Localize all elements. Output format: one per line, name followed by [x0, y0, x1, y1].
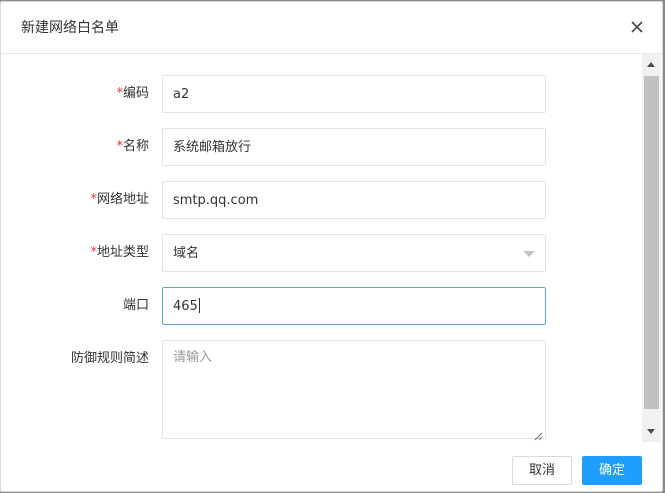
name-input[interactable]: 系统邮箱放行: [162, 128, 546, 166]
cancel-button[interactable]: 取消: [512, 456, 572, 485]
form-row-name: *名称 系统邮箱放行: [1, 128, 641, 166]
triangle-down-icon: [523, 251, 535, 257]
address-label: *网络地址: [90, 192, 149, 207]
scrollbar-thumb[interactable]: [644, 76, 659, 409]
confirm-button[interactable]: 确定: [582, 456, 642, 485]
text-caret: [198, 298, 200, 313]
code-input[interactable]: a2: [162, 75, 546, 113]
resize-grip-icon[interactable]: [533, 426, 543, 441]
new-whitelist-dialog: 新建网络白名单 *编码 a2 *名称 系统邮箱放行 *网络地址 smtp.qq.…: [0, 1, 663, 492]
description-placeholder: 请输入: [173, 350, 213, 365]
name-input-value: 系统邮箱放行: [173, 140, 252, 155]
name-label: *名称: [116, 139, 149, 154]
dialog-title: 新建网络白名单: [21, 20, 119, 36]
code-label: *编码: [116, 86, 149, 101]
dialog-body: *编码 a2 *名称 系统邮箱放行 *网络地址 smtp.qq.com *地址类…: [1, 54, 641, 442]
triangle-up-icon[interactable]: [647, 62, 655, 67]
form-row-address: *网络地址 smtp.qq.com: [1, 181, 641, 219]
address-input[interactable]: smtp.qq.com: [162, 181, 546, 219]
description-textarea[interactable]: 请输入: [162, 340, 546, 441]
port-input-value: 465: [173, 298, 200, 314]
code-input-value: a2: [173, 87, 190, 102]
address-input-value: smtp.qq.com: [173, 193, 259, 208]
form-row-description: 防御规则简述 请输入: [1, 340, 641, 441]
address-type-select[interactable]: 域名: [162, 234, 546, 272]
address-type-label: *地址类型: [90, 245, 149, 260]
form-row-code: *编码 a2: [1, 75, 641, 113]
form-row-port: 端口 465: [1, 287, 641, 325]
close-icon[interactable]: [627, 17, 647, 37]
triangle-down-icon[interactable]: [647, 429, 655, 434]
vertical-scrollbar[interactable]: [642, 54, 661, 442]
form-row-address-type: *地址类型 域名: [1, 234, 641, 272]
dialog-footer: 取消 确定: [1, 442, 662, 491]
port-label: 端口: [122, 298, 149, 313]
address-type-selected-value: 域名: [173, 246, 200, 261]
description-label: 防御规则简述: [70, 351, 149, 366]
port-input[interactable]: 465: [162, 287, 546, 325]
dialog-header: 新建网络白名单: [1, 2, 662, 54]
